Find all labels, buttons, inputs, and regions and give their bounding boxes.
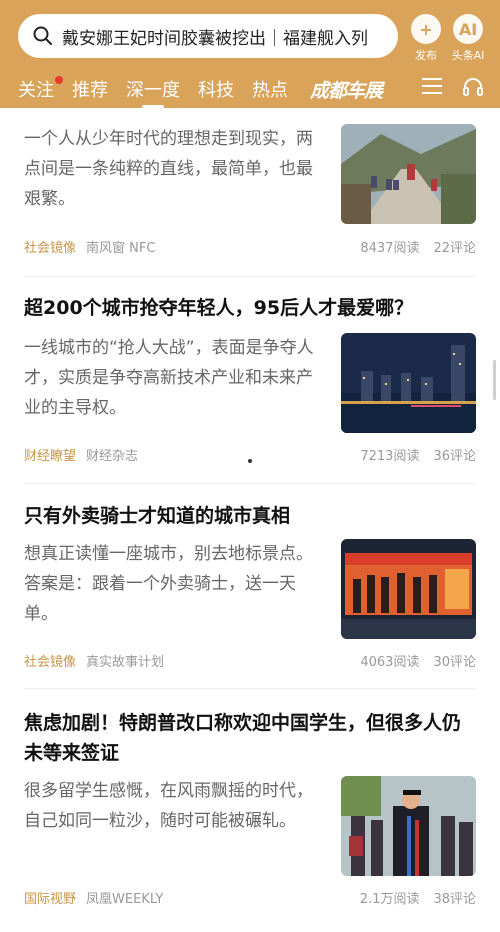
article-meta: 国际视野 凤凰WEEKLY xyxy=(24,888,163,907)
tab-hot[interactable]: 热点 xyxy=(252,76,288,102)
divider xyxy=(24,688,476,689)
tab-in-depth[interactable]: 深一度 xyxy=(126,76,180,108)
plus-icon: + xyxy=(411,14,441,44)
category-tag[interactable]: 国际视野 xyxy=(24,892,76,907)
scroll-indicator-dot xyxy=(248,459,252,463)
article-title: 只有外卖骑士才知道的城市真相 xyxy=(24,505,291,527)
article-stats: 8437阅读 22评论 xyxy=(360,237,476,256)
publish-button[interactable]: + 发布 xyxy=(404,14,448,63)
search-icon xyxy=(33,26,52,45)
read-count: 8437阅读 xyxy=(360,241,420,256)
read-count: 4063阅读 xyxy=(360,655,420,670)
divider xyxy=(24,276,476,277)
article-source[interactable]: 真实故事计划 xyxy=(86,655,164,670)
tab-tech[interactable]: 科技 xyxy=(198,76,234,102)
category-tag[interactable]: 财经瞭望 xyxy=(24,449,76,464)
article-card[interactable]: 焦虑加剧！特朗普改口称欢迎中国学生，但很多人仍未等来签证 很多留学生感慨，在风雨… xyxy=(0,708,500,918)
channel-tabs: 关注 推荐 深一度 科技 热点 成都车展 xyxy=(0,70,500,108)
publish-label: 发布 xyxy=(415,49,437,62)
notification-dot xyxy=(55,76,63,84)
article-card[interactable]: 超200个城市抢夺年轻人，95后人才最爱哪？ 一线城市的“抢人大战”，表面是争夺… xyxy=(0,293,500,473)
scrollbar[interactable] xyxy=(493,360,496,400)
article-summary: 一线城市的“抢人大战”，表面是争夺人才，实质是争夺高新技术产业和未来产业的主导权… xyxy=(24,338,314,418)
comment-count: 36评论 xyxy=(433,449,476,464)
ai-label: 头条AI xyxy=(451,49,485,62)
article-card[interactable]: 一个人从少年时代的理想走到现实，两点间是一条纯粹的直线，最简单，也最艰繁。 社会… xyxy=(0,108,500,272)
top-header: 戴安娜王妃时间胶囊被挖出｜福建舰入列 + 发布 AI 头条AI 关注 推荐 深一… xyxy=(0,0,500,108)
comment-count: 38评论 xyxy=(433,892,476,907)
category-tag[interactable]: 社会镜像 xyxy=(24,241,76,256)
headphones-icon[interactable] xyxy=(462,76,484,98)
article-stats: 4063阅读 30评论 xyxy=(360,651,476,670)
article-stats: 7213阅读 36评论 xyxy=(360,445,476,464)
article-meta: 社会镜像 真实故事计划 xyxy=(24,651,164,670)
comment-count: 30评论 xyxy=(433,655,476,670)
ai-button[interactable]: AI 头条AI xyxy=(446,14,490,63)
article-summary: 想真正读懂一座城市，别去地标景点。答案是：跟着一个外卖骑士，送一天单。 xyxy=(24,544,313,624)
read-count: 7213阅读 xyxy=(360,449,420,464)
search-bar[interactable]: 戴安娜王妃时间胶囊被挖出｜福建舰入列 xyxy=(18,14,398,58)
article-stats: 2.1万阅读 38评论 xyxy=(360,888,476,907)
article-card[interactable]: 只有外卖骑士才知道的城市真相 想真正读懂一座城市，别去地标景点。答案是：跟着一个… xyxy=(0,501,500,681)
article-title: 超200个城市抢夺年轻人，95后人才最爱哪？ xyxy=(24,297,414,319)
article-meta: 社会镜像 南风窗 NFC xyxy=(24,237,155,256)
article-thumbnail xyxy=(341,539,476,639)
article-title: 焦虑加剧！特朗普改口称欢迎中国学生，但很多人仍未等来签证 xyxy=(24,712,462,764)
article-source[interactable]: 财经杂志 xyxy=(86,449,138,464)
menu-icon[interactable] xyxy=(422,78,442,96)
category-tag[interactable]: 社会镜像 xyxy=(24,655,76,670)
read-count: 2.1万阅读 xyxy=(359,892,420,907)
divider xyxy=(24,483,476,484)
tab-follow[interactable]: 关注 xyxy=(18,76,63,102)
article-thumbnail xyxy=(341,124,476,224)
tab-label: 关注 xyxy=(18,80,54,101)
search-query: 戴安娜王妃时间胶囊被挖出｜福建舰入列 xyxy=(62,28,368,49)
brand-channel[interactable]: 成都车展 xyxy=(310,76,383,103)
article-thumbnail xyxy=(341,333,476,433)
comment-count: 22评论 xyxy=(433,241,476,256)
article-source[interactable]: 凤凰WEEKLY xyxy=(86,892,163,907)
article-summary: 很多留学生感慨，在风雨飘摇的时代，自己如同一粒沙，随时可能被碾轧。 xyxy=(24,781,313,831)
article-meta: 财经瞭望 财经杂志 xyxy=(24,445,138,464)
ai-icon: AI xyxy=(453,14,483,44)
tab-recommend[interactable]: 推荐 xyxy=(72,76,108,102)
article-summary: 一个人从少年时代的理想走到现实，两点间是一条纯粹的直线，最简单，也最艰繁。 xyxy=(24,129,313,209)
article-thumbnail xyxy=(341,776,476,876)
article-source[interactable]: 南风窗 NFC xyxy=(86,241,155,256)
